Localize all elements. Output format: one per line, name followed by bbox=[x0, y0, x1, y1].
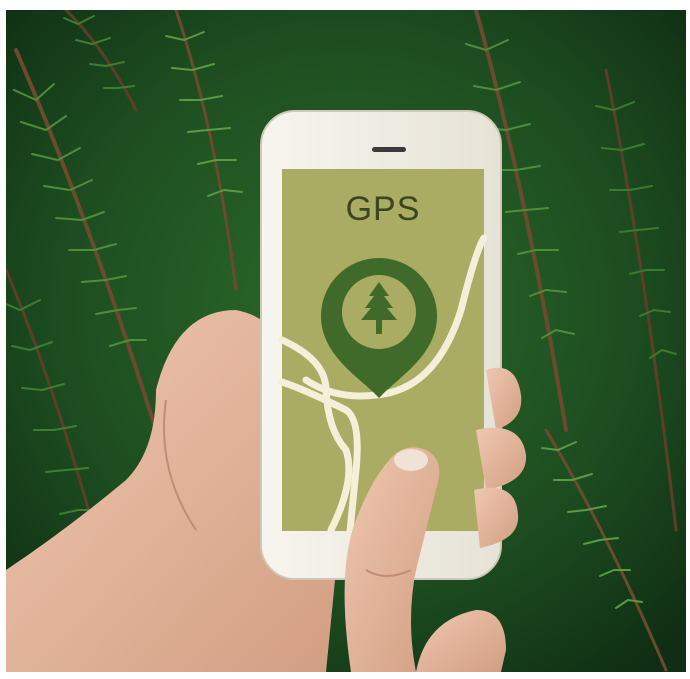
photo-scene: GPS bbox=[0, 0, 690, 679]
speaker-slot bbox=[372, 147, 406, 152]
gps-title: GPS bbox=[345, 190, 421, 228]
photo-svg bbox=[6, 10, 686, 672]
fingernail bbox=[394, 449, 428, 471]
photo-frame: GPS bbox=[6, 10, 686, 672]
